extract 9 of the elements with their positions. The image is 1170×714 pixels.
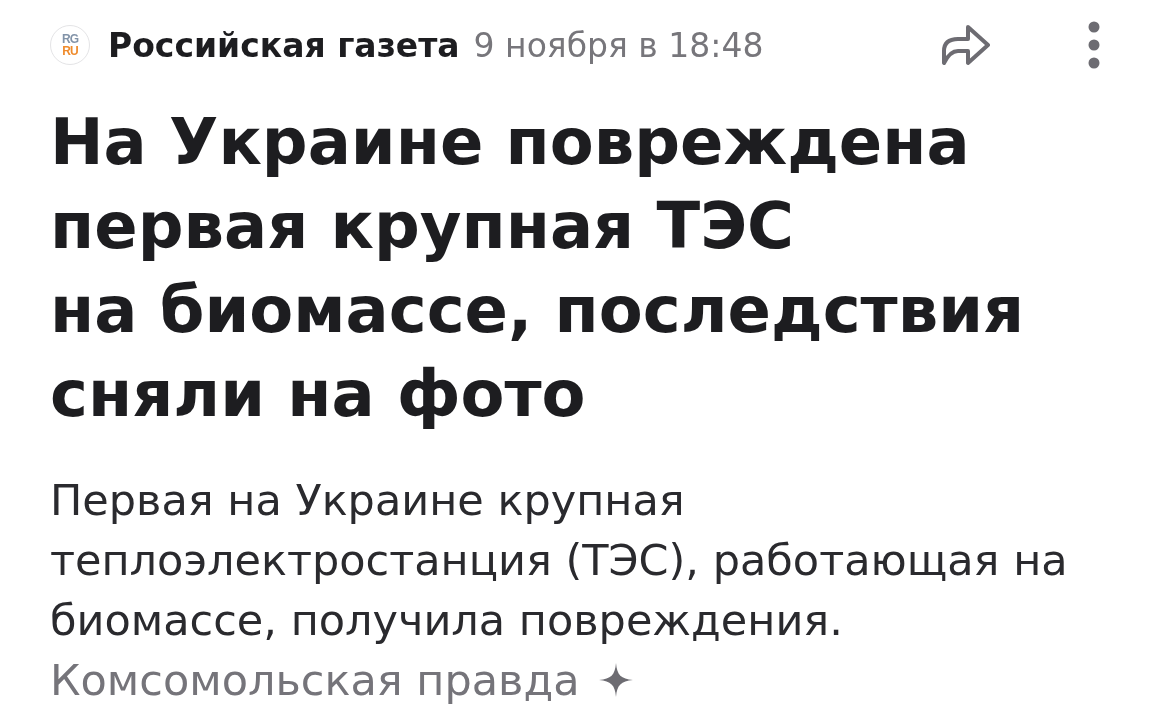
attribution-source[interactable]: Комсомольская правда xyxy=(50,655,580,705)
publish-time: 9 ноября в 18:48 xyxy=(473,25,764,65)
share-button[interactable] xyxy=(940,23,990,67)
share-icon xyxy=(940,23,990,67)
more-icon xyxy=(1088,21,1100,69)
article-headline[interactable]: На Украине повреждена первая крупная ТЭС на биомассе, последствия сняли на фото xyxy=(50,100,1130,436)
publisher-name[interactable]: Российская газета xyxy=(108,25,460,65)
article-summary: Первая на Украине крупная теплоэлектростанция (ТЭС), работающая на биомассе, получила повреждения. xyxy=(50,474,1069,647)
more-button[interactable] xyxy=(1088,21,1100,69)
